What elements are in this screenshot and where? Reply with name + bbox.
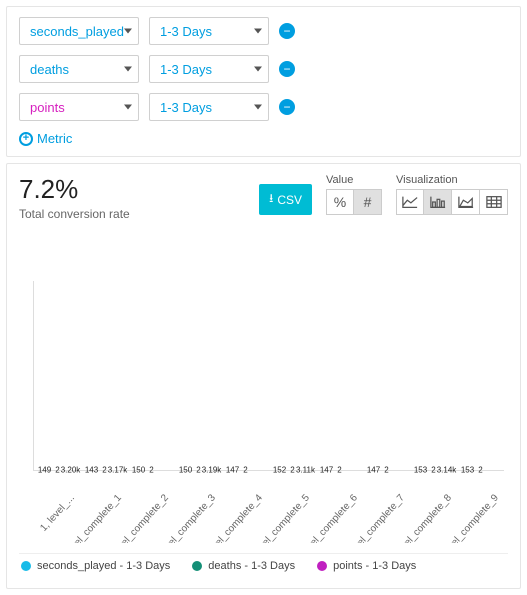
chevron-down-icon	[254, 67, 262, 72]
value-group-label: Value	[326, 174, 382, 186]
legend-swatch-icon	[317, 561, 327, 571]
value-toggle-group: Value % #	[326, 174, 382, 215]
bar-chart-icon	[430, 195, 446, 209]
minus-icon: −	[283, 101, 290, 113]
results-panel: 7.2% Total conversion rate ⭳ CSV Value %…	[6, 163, 521, 589]
viz-bar-button[interactable]	[424, 189, 452, 215]
value-count-button[interactable]: #	[354, 189, 382, 215]
range-select-value: 1-3 Days	[160, 62, 212, 77]
chevron-down-icon	[124, 105, 132, 110]
range-select-value: 1-3 Days	[160, 100, 212, 115]
metric-select-value: deaths	[30, 62, 69, 77]
table-icon	[486, 195, 502, 209]
legend-item[interactable]: seconds_played - 1-3 Days	[21, 560, 170, 572]
chevron-down-icon	[254, 29, 262, 34]
add-metric-button[interactable]: + Metric	[19, 131, 508, 146]
legend-swatch-icon	[21, 561, 31, 571]
conversion-summary: 7.2% Total conversion rate	[19, 174, 130, 221]
metric-select[interactable]: seconds_played	[19, 17, 139, 45]
legend-swatch-icon	[192, 561, 202, 571]
metric-select-value: points	[30, 100, 65, 115]
viz-line-button[interactable]	[396, 189, 424, 215]
remove-filter-button[interactable]: −	[279, 23, 295, 39]
conversion-rate-label: Total conversion rate	[19, 207, 130, 221]
filters-panel: seconds_played 1-3 Days − deaths 1-3 Day…	[6, 6, 521, 157]
chevron-down-icon	[124, 67, 132, 72]
add-metric-label: Metric	[37, 131, 72, 146]
legend-label: points - 1-3 Days	[333, 560, 416, 572]
metric-select[interactable]: deaths	[19, 55, 139, 83]
chevron-down-icon	[124, 29, 132, 34]
metric-select[interactable]: points	[19, 93, 139, 121]
viz-toggle-group: Visualization	[396, 174, 508, 215]
summary-header: 7.2% Total conversion rate ⭳ CSV Value %…	[19, 174, 508, 221]
range-select[interactable]: 1-3 Days	[149, 17, 269, 45]
csv-label: CSV	[277, 193, 302, 207]
plus-circle-icon: +	[19, 132, 33, 146]
remove-filter-button[interactable]: −	[279, 99, 295, 115]
range-select[interactable]: 1-3 Days	[149, 93, 269, 121]
chart-xaxis: 1, level_...2, level_complete_13, level_…	[19, 471, 508, 543]
remove-filter-button[interactable]: −	[279, 61, 295, 77]
viz-table-button[interactable]	[480, 189, 508, 215]
chart: 14923.20k14323.17k150215023.19k147215223…	[33, 281, 504, 471]
value-percent-button[interactable]: %	[326, 189, 354, 215]
legend-item[interactable]: deaths - 1-3 Days	[192, 560, 295, 572]
legend-label: deaths - 1-3 Days	[208, 560, 295, 572]
range-select[interactable]: 1-3 Days	[149, 55, 269, 83]
minus-icon: −	[283, 25, 290, 37]
line-chart-icon	[402, 195, 418, 209]
controls: ⭳ CSV Value % # Visualization	[259, 174, 508, 215]
hash-icon: #	[364, 194, 372, 210]
export-csv-button[interactable]: ⭳ CSV	[259, 184, 312, 215]
chevron-down-icon	[254, 105, 262, 110]
viz-group-label: Visualization	[396, 174, 508, 186]
minus-icon: −	[283, 63, 290, 75]
percent-icon: %	[334, 194, 346, 210]
metric-select-value: seconds_played	[30, 24, 124, 39]
download-icon: ⭳	[269, 189, 273, 210]
conversion-rate-value: 7.2%	[19, 174, 130, 205]
range-select-value: 1-3 Days	[160, 24, 212, 39]
filter-row: points 1-3 Days −	[19, 93, 508, 121]
legend-label: seconds_played - 1-3 Days	[37, 560, 170, 572]
filter-row: seconds_played 1-3 Days −	[19, 17, 508, 45]
chart-legend: seconds_played - 1-3 Days deaths - 1-3 D…	[19, 553, 508, 578]
legend-item[interactable]: points - 1-3 Days	[317, 560, 416, 572]
viz-area-button[interactable]	[452, 189, 480, 215]
filter-row: deaths 1-3 Days −	[19, 55, 508, 83]
area-chart-icon	[458, 195, 474, 209]
